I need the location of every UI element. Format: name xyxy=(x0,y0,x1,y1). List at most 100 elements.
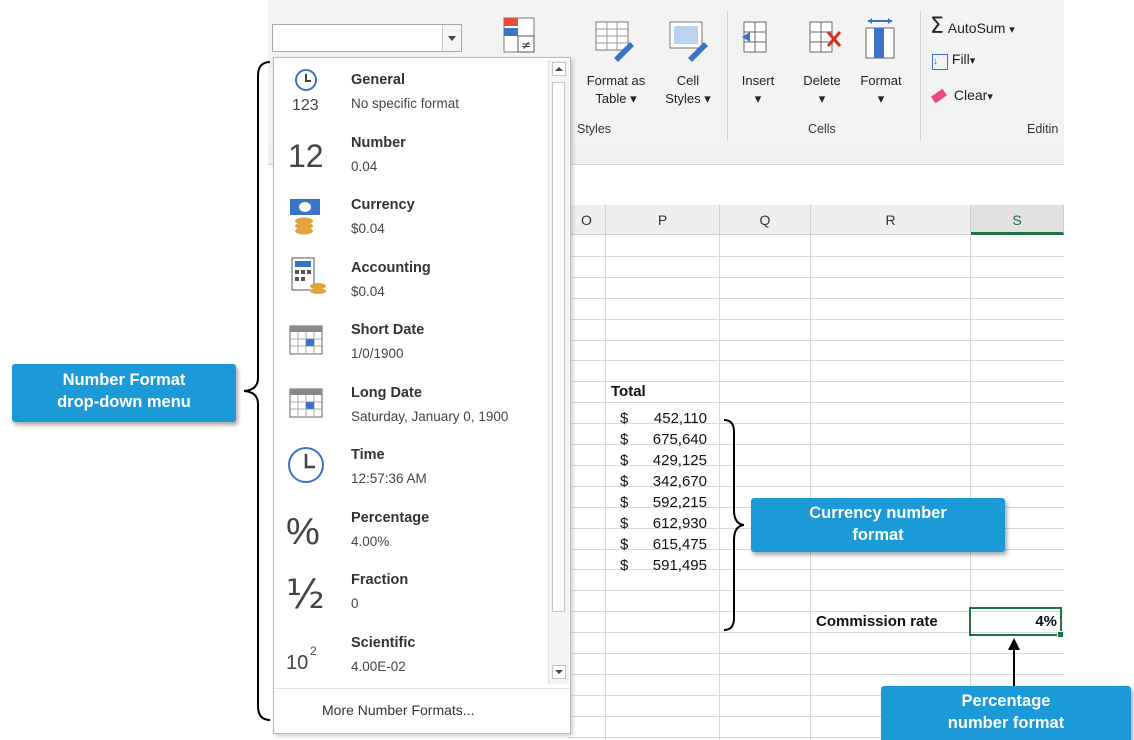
format-item-time[interactable]: Time 12:57:36 AM xyxy=(274,435,546,497)
number-format-callout: Number Format drop-down menu xyxy=(12,364,236,422)
grid-line xyxy=(568,297,1064,299)
commission-rate-label[interactable]: Commission rate xyxy=(816,613,938,630)
format-item-title: Long Date xyxy=(351,384,422,401)
clock-123-icon: 123 xyxy=(284,66,332,114)
scientific-icon: 10 2 xyxy=(284,629,332,677)
insert-button[interactable]: Insert ▾ xyxy=(735,72,781,108)
total-cell[interactable]: $429,125 xyxy=(606,451,719,472)
percentage-callout: Percentage number format xyxy=(881,686,1131,740)
format-item-sample: 4.00E-02 xyxy=(351,658,406,674)
eraser-icon xyxy=(930,88,948,104)
grid-line xyxy=(568,402,1064,404)
format-item-sample: $0.04 xyxy=(351,283,385,299)
format-item-sample: No specific format xyxy=(351,96,460,111)
scroll-down-arrow[interactable] xyxy=(552,665,566,679)
format-item-sample: 12:57:36 AM xyxy=(351,471,427,486)
insert-cells-icon[interactable] xyxy=(740,18,774,60)
calendar-icon xyxy=(284,316,332,364)
currency-symbol: $ xyxy=(620,494,629,511)
format-item-title: Fraction xyxy=(351,572,409,588)
styles-group-label: Styles xyxy=(577,122,612,136)
format-item-general[interactable]: 123 General No specific format xyxy=(274,60,546,122)
grid-line xyxy=(568,673,1064,675)
format-item-currency[interactable]: Currency $0.04 xyxy=(274,185,546,247)
grid-line xyxy=(970,235,971,740)
format-item-sample: 1/0/1900 xyxy=(351,346,404,361)
format-item-title: Scientific xyxy=(351,634,416,651)
total-cell[interactable]: $615,475 xyxy=(606,535,719,556)
commission-rate-cell[interactable]: 4% xyxy=(969,607,1064,638)
delete-cells-icon[interactable] xyxy=(806,18,846,60)
format-item-sample: 4.00% xyxy=(351,533,390,549)
currency-symbol: $ xyxy=(620,410,629,427)
format-as-table-button[interactable]: Format as Table ▾ xyxy=(578,72,654,108)
total-cell[interactable]: $592,215 xyxy=(606,493,719,514)
fill-down-icon: ↓ xyxy=(932,54,948,70)
format-item-accounting[interactable]: Accounting $0.04 xyxy=(274,248,546,310)
percent-icon: % xyxy=(284,504,332,553)
scroll-up-arrow[interactable] xyxy=(552,62,566,76)
cell-styles-icon[interactable] xyxy=(664,18,710,64)
fill-button[interactable]: ↓ Fill▾ xyxy=(932,50,975,70)
ribbon-separator xyxy=(727,10,728,140)
format-item-title: Percentage xyxy=(351,509,430,526)
total-cell[interactable]: $591,495 xyxy=(606,556,719,577)
total-header-cell[interactable]: Total xyxy=(611,383,646,400)
number-format-combobox[interactable] xyxy=(272,24,462,52)
clock-icon xyxy=(284,441,332,489)
cell-styles-button[interactable]: Cell Styles ▾ xyxy=(656,72,720,108)
format-item-title: Number xyxy=(351,134,406,151)
column-header-q[interactable]: Q xyxy=(720,205,811,235)
format-item-number[interactable]: 12 Number 0.04 xyxy=(274,123,546,185)
currency-icon xyxy=(284,191,332,239)
column-header-s[interactable]: S xyxy=(971,205,1064,235)
conditional-formatting-icon[interactable]: ≠ xyxy=(500,14,540,58)
worksheet-grid[interactable]: O P Q R S Total $452,110 $675,640 $429,125… xyxy=(568,205,1064,740)
grid-line xyxy=(719,235,720,740)
total-cell[interactable]: $675,640 xyxy=(606,430,719,451)
currency-amount: 591,495 xyxy=(652,557,707,574)
currency-symbol: $ xyxy=(620,557,629,574)
format-button[interactable]: Format ▾ xyxy=(850,72,912,108)
sigma-icon: Σ xyxy=(930,14,944,39)
format-item-sample: 0.04 xyxy=(351,158,378,174)
editing-group-label: Editin xyxy=(1027,122,1059,136)
format-item-percentage[interactable]: % Percentage 4.00% xyxy=(274,498,546,560)
percentage-arrow xyxy=(1008,638,1020,688)
format-as-table-icon[interactable] xyxy=(590,18,636,64)
fraction-icon: ½ xyxy=(284,566,332,618)
format-item-long-date[interactable]: Long Date Saturday, January 0, 1900 xyxy=(274,373,546,435)
calendar-icon xyxy=(284,379,332,427)
currency-symbol: $ xyxy=(620,452,629,469)
fill-handle[interactable] xyxy=(1057,631,1064,638)
format-item-fraction[interactable]: ½ Fraction 0 xyxy=(274,560,546,622)
svg-text:≠: ≠ xyxy=(521,38,531,52)
currency-amount: 612,930 xyxy=(652,515,707,532)
svg-text:½: ½ xyxy=(286,572,325,614)
clear-button[interactable]: Clear▾ xyxy=(930,86,993,106)
autosum-button[interactable]: Σ AutoSum ▾ xyxy=(930,16,1015,39)
total-cell[interactable]: $342,670 xyxy=(606,472,719,493)
column-header-r[interactable]: R xyxy=(811,205,971,235)
grid-line xyxy=(568,255,1064,257)
format-cells-icon[interactable] xyxy=(860,16,900,62)
format-item-title: Time xyxy=(351,447,385,463)
delete-button[interactable]: Delete ▾ xyxy=(794,72,850,108)
total-cell[interactable]: $612,930 xyxy=(606,514,719,535)
grid-line xyxy=(568,339,1064,341)
format-item-scientific[interactable]: 10 2 Scientific 4.00E-02 xyxy=(274,623,546,685)
grid-line xyxy=(568,653,1064,654)
dropdown-scrollbar[interactable] xyxy=(548,60,569,684)
column-header-o[interactable]: O xyxy=(568,205,606,235)
currency-amount: 615,475 xyxy=(652,536,707,553)
column-header-p[interactable]: P xyxy=(606,205,720,235)
format-item-short-date[interactable]: Short Date 1/0/1900 xyxy=(274,310,546,372)
chevron-down-icon[interactable] xyxy=(442,25,461,51)
more-number-formats-link[interactable]: More Number Formats... xyxy=(274,688,570,734)
svg-text:10: 10 xyxy=(286,652,308,674)
format-item-title: Accounting xyxy=(351,259,431,276)
dropdown-bracket xyxy=(243,61,271,721)
total-cell[interactable]: $452,110 xyxy=(606,409,719,430)
scroll-thumb[interactable] xyxy=(552,82,565,612)
number-format-dropdown[interactable]: 123 General No specific format 12 Number 0.04… xyxy=(273,57,571,734)
